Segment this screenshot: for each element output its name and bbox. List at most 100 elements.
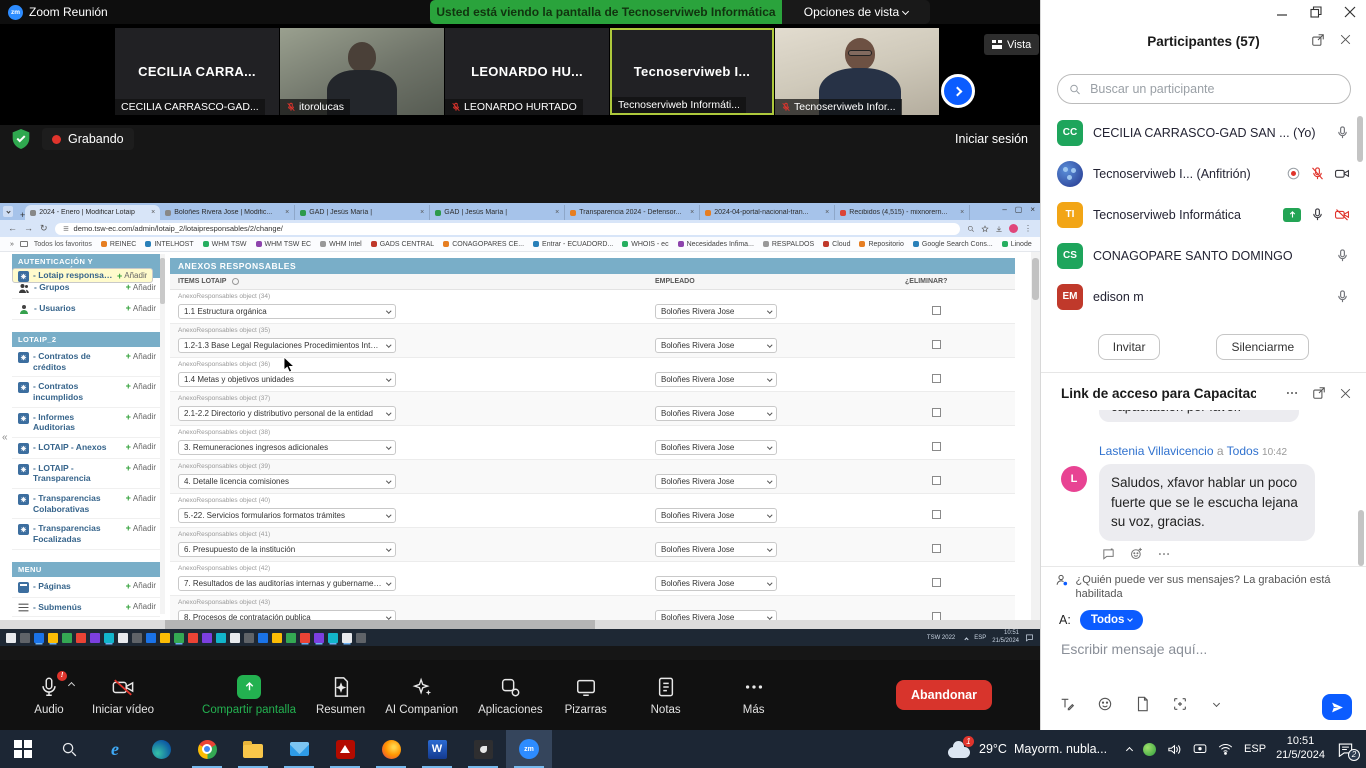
- security-shield-icon[interactable]: [11, 128, 31, 150]
- mic-icon[interactable]: [1335, 125, 1350, 140]
- notification-center[interactable]: 2: [1337, 742, 1354, 757]
- cast-icon[interactable]: [1193, 743, 1207, 755]
- participant-search[interactable]: [1057, 74, 1351, 104]
- taskbar-search-button[interactable]: [46, 730, 92, 768]
- screen: zm Zoom Reunión Usted está viendo la pan…: [0, 0, 1366, 768]
- whiteboards-button[interactable]: Pizarras: [553, 675, 619, 716]
- tab-close-icon: ×: [960, 209, 964, 216]
- add-link: +Añadir: [126, 282, 156, 292]
- participant-row[interactable]: Tecnoserviweb I... (Anfitrión): [1041, 153, 1366, 194]
- recipient-selector[interactable]: Todos: [1080, 610, 1144, 630]
- acrobat-icon: [336, 740, 355, 759]
- video-tile-tecnoserviweb-video[interactable]: Tecnoserviweb Infor...: [775, 28, 939, 115]
- taskbar-chrome[interactable]: [184, 730, 230, 768]
- ai-companion-button[interactable]: AI Companion: [375, 675, 468, 716]
- chat-messages: capacitación por favor. Lastenia Villavi…: [1041, 410, 1366, 566]
- tab-favicon: [165, 210, 171, 216]
- audio-options-chevron[interactable]: [68, 681, 75, 688]
- taskbar-zoom[interactable]: zm: [506, 730, 552, 768]
- mute-me-button[interactable]: Silenciarme: [1216, 334, 1309, 360]
- participants-list: CC CECILIA CARRASCO-GAD SAN ... (Yo) Tec…: [1041, 112, 1366, 317]
- view-options-button[interactable]: Opciones de vista: [782, 0, 930, 24]
- send-button[interactable]: [1322, 694, 1352, 720]
- table-row: AnexoResponsables object (34) 1.1 Estruc…: [170, 290, 1015, 324]
- wifi-icon[interactable]: [1218, 743, 1233, 755]
- volume-icon[interactable]: [1167, 743, 1182, 756]
- tile-name-label: Tecnoserviweb Informáti...: [612, 97, 746, 113]
- zoom-toolbar: ! Audio Iniciar vídeo Compartir pantalla: [0, 660, 1040, 730]
- privacy-notice: ¿Quién puede ver sus mensajes? La grabac…: [1041, 566, 1366, 602]
- recording-indicator[interactable]: Grabando: [42, 128, 134, 150]
- participant-row[interactable]: TI Tecnoserviweb Informática: [1041, 194, 1366, 235]
- chat-more-icon[interactable]: [1285, 386, 1299, 400]
- close-button[interactable]: [1344, 6, 1356, 18]
- video-tile-cecilia[interactable]: CECILIA CARRA... CECILIA CARRASCO-GAD...: [115, 28, 279, 115]
- start-button[interactable]: [0, 730, 46, 768]
- video-tile-itorolucas[interactable]: itorolucas: [280, 28, 444, 115]
- apps-button[interactable]: Aplicaciones: [468, 675, 553, 716]
- avatar: TI: [1057, 202, 1083, 228]
- sign-in-link[interactable]: Iniciar sesión: [955, 132, 1028, 146]
- participants-scrollbar[interactable]: [1357, 116, 1363, 162]
- chat-message-input[interactable]: [1059, 640, 1349, 658]
- clipped-message-bubble: capacitación por favor.: [1099, 410, 1299, 422]
- share-screen-button[interactable]: Compartir pantalla: [192, 675, 306, 716]
- restore-button[interactable]: [1310, 6, 1322, 18]
- taskbar-mail[interactable]: [276, 730, 322, 768]
- bookmark-favicon: [533, 241, 539, 247]
- reply-icon[interactable]: [1101, 547, 1116, 561]
- language-indicator[interactable]: ESP: [1244, 743, 1266, 755]
- attach-file-icon[interactable]: [1135, 696, 1150, 712]
- search-input[interactable]: [1088, 81, 1339, 97]
- participant-row[interactable]: EM edison m: [1041, 276, 1366, 317]
- invite-button[interactable]: Invitar: [1098, 334, 1161, 360]
- emoji-icon[interactable]: [1097, 696, 1113, 712]
- pop-out-icon[interactable]: [1311, 33, 1325, 47]
- mic-icon[interactable]: [1335, 248, 1350, 263]
- tab-close-icon: ×: [825, 209, 829, 216]
- add-reaction-icon[interactable]: [1129, 546, 1144, 561]
- summary-button[interactable]: Resumen: [306, 675, 375, 716]
- more-button[interactable]: Más: [721, 675, 787, 716]
- start-video-button[interactable]: Iniciar vídeo: [82, 675, 164, 716]
- mic-icon[interactable]: [1335, 289, 1350, 304]
- taskbar-weather[interactable]: 1 29°C Mayorm. nubla...: [948, 740, 1107, 758]
- taskbar-firefox[interactable]: [368, 730, 414, 768]
- video-tile-leonardo[interactable]: LEONARDO HU... LEONARDO HURTADO: [445, 28, 609, 115]
- participant-row[interactable]: CS CONAGOPARE SANTO DOMINGO: [1041, 235, 1366, 276]
- muted-mic-icon[interactable]: [1310, 166, 1325, 181]
- taskbar-acrobat[interactable]: [322, 730, 368, 768]
- zoom-main-area: zm Zoom Reunión Usted está viendo la pan…: [0, 0, 1040, 730]
- taskbar-ie[interactable]: e: [92, 730, 138, 768]
- antivirus-icon[interactable]: [1143, 743, 1156, 756]
- camera-off-icon[interactable]: [1334, 207, 1350, 222]
- format-text-icon[interactable]: [1059, 696, 1075, 712]
- participant-video: [348, 42, 376, 72]
- video-tile-tecnoserviweb-active[interactable]: Tecnoserviweb I... Tecnoserviweb Informá…: [610, 28, 774, 115]
- taskbar-clock[interactable]: 10:51 21/5/2024: [1276, 735, 1325, 763]
- mic-icon[interactable]: [1310, 207, 1325, 222]
- sidebar-item-lotaip-anexos: - LOTAIP - Anexos +Añadir: [12, 438, 160, 459]
- composer-more-chevron[interactable]: [1213, 699, 1220, 706]
- taskbar-edge[interactable]: [138, 730, 184, 768]
- notes-button[interactable]: Notas: [633, 675, 699, 716]
- participant-row[interactable]: CC CECILIA CARRASCO-GAD SAN ... (Yo): [1041, 112, 1366, 153]
- tray-expand-chevron[interactable]: [1126, 747, 1133, 754]
- screenshot-icon[interactable]: [1172, 696, 1188, 712]
- leave-meeting-button[interactable]: Abandonar: [896, 680, 992, 710]
- minimize-button[interactable]: [1276, 6, 1288, 18]
- taskbar-app[interactable]: [460, 730, 506, 768]
- message-more-icon[interactable]: [1157, 547, 1171, 561]
- weather-badge: 1: [963, 736, 974, 747]
- audio-button[interactable]: ! Audio: [16, 675, 82, 716]
- avatar: CC: [1057, 120, 1083, 146]
- camera-icon[interactable]: [1334, 166, 1350, 181]
- pop-out-icon[interactable]: [1312, 386, 1326, 400]
- taskbar-word[interactable]: W: [414, 730, 460, 768]
- vista-button[interactable]: Vista: [984, 34, 1039, 55]
- close-panel-icon[interactable]: [1339, 33, 1352, 46]
- next-participants-button[interactable]: [941, 74, 975, 108]
- chat-scrollbar[interactable]: [1358, 510, 1364, 566]
- taskbar-explorer[interactable]: [230, 730, 276, 768]
- close-chat-icon[interactable]: [1339, 387, 1352, 400]
